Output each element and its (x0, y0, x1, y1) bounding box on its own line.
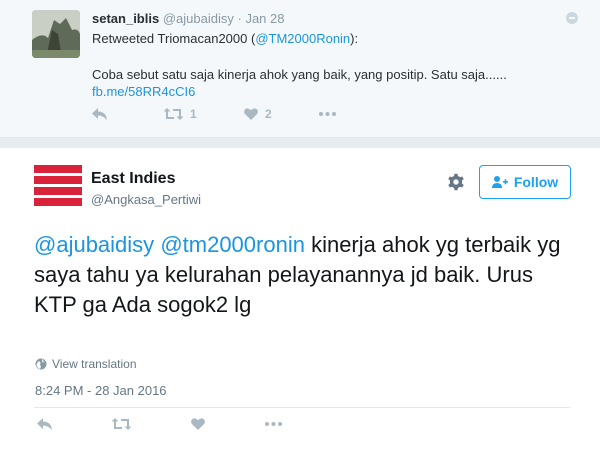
retweet-card[interactable]: setan_iblis @ajubaidisy · Jan 28 Retweet… (0, 0, 600, 138)
avatar-image-icon (32, 10, 80, 58)
tweet-card: East Indies @Angkasa_Pertiwi Follow @aju… (0, 148, 600, 461)
retweet-actions: 1 2 (92, 106, 352, 122)
reply-icon (92, 108, 107, 120)
retweet-link-line: fb.me/58RR4cCI6 (92, 84, 195, 99)
retweeted-prefix: Retweeted Triomacan2000 ( (92, 31, 256, 46)
like-button[interactable]: 2 (244, 106, 272, 122)
heart-icon (191, 418, 205, 430)
gear-icon[interactable] (447, 173, 465, 191)
separator-dot: · (237, 11, 242, 26)
logo-stripe (34, 176, 82, 184)
add-user-icon (491, 176, 508, 188)
user-handle[interactable]: @ajubaidisy (163, 11, 234, 26)
reply-button[interactable] (37, 416, 52, 432)
retweet-count: 1 (190, 107, 197, 121)
retweeted-handle-link[interactable]: @TM2000Ronin (255, 31, 350, 46)
retweet-icon (112, 418, 131, 430)
view-translation-link[interactable]: View translation (35, 357, 137, 371)
tweet-date[interactable]: Jan 28 (245, 11, 284, 26)
ellipsis-icon (319, 112, 336, 116)
follow-label: Follow (513, 174, 559, 190)
user-name[interactable]: East Indies (91, 170, 175, 188)
divider (34, 407, 570, 408)
retweet-icon (164, 108, 183, 120)
view-translation-label: View translation (52, 357, 137, 371)
more-button[interactable] (265, 416, 282, 432)
more-button[interactable] (319, 106, 336, 122)
more-options-icon[interactable] (566, 12, 578, 24)
retweet-text: Coba sebut satu saja kinerja ahok yang b… (92, 67, 507, 82)
logo-stripe (34, 198, 82, 206)
ellipsis-icon (265, 422, 282, 426)
reply-button[interactable] (92, 106, 107, 122)
retweeted-line: Retweeted Triomacan2000 (@TM2000Ronin): (92, 31, 358, 46)
globe-icon (35, 358, 47, 370)
avatar[interactable] (34, 165, 82, 213)
like-button[interactable] (191, 416, 205, 432)
retweet-button[interactable]: 1 (164, 106, 197, 122)
logo-stripe (34, 165, 82, 173)
retweeted-suffix: ): (350, 31, 359, 46)
logo-stripe (34, 187, 82, 195)
user-name[interactable]: setan_iblis (92, 11, 159, 26)
user-handle[interactable]: @Angkasa_Pertiwi (91, 192, 201, 207)
like-count: 2 (265, 107, 272, 121)
heart-icon (244, 108, 258, 120)
tweet-text: @ajubaidisy @tm2000ronin kinerja ahok yg… (34, 230, 574, 320)
reply-icon (37, 418, 52, 430)
retweet-header: setan_iblis @ajubaidisy · Jan 28 (92, 11, 284, 26)
tweet-actions (34, 416, 294, 432)
mention-link[interactable]: @tm2000ronin (160, 232, 305, 257)
retweet-link[interactable]: fb.me/58RR4cCI6 (92, 84, 195, 99)
retweet-button[interactable] (112, 416, 131, 432)
mention-link[interactable]: @ajubaidisy (34, 232, 154, 257)
avatar[interactable] (32, 10, 80, 58)
follow-button[interactable]: Follow (479, 165, 571, 199)
tweet-timestamp[interactable]: 8:24 PM - 28 Jan 2016 (35, 383, 167, 398)
